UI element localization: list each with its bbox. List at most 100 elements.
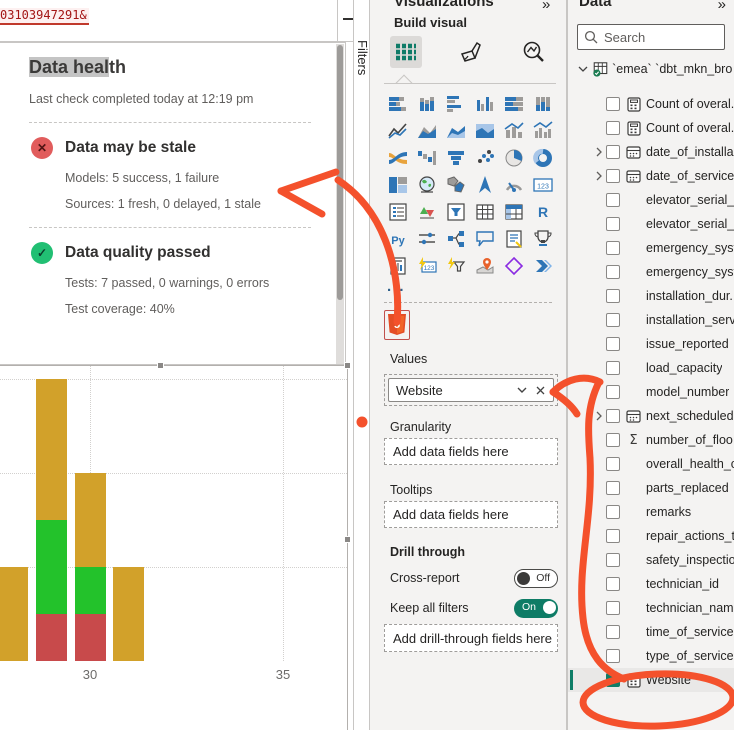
field-checkbox[interactable] [606, 169, 620, 183]
field-row-elevator-serial-[interactable]: elevator_serial_.. [568, 188, 734, 212]
resize-handle[interactable] [157, 362, 164, 369]
field-row-installation-dur-[interactable]: installation_dur.. [568, 284, 734, 308]
chevron-down-icon[interactable] [576, 62, 590, 76]
stacked-column-chart-icon[interactable] [412, 90, 441, 117]
table-icon[interactable] [470, 198, 499, 225]
field-checkbox[interactable] [606, 121, 620, 135]
power-automate-icon[interactable] [528, 252, 557, 279]
slicer-new-icon[interactable] [441, 252, 470, 279]
field-row-emergency-syst-[interactable]: emergency_syst. [568, 260, 734, 284]
100-stacked-area-chart-icon[interactable] [470, 117, 499, 144]
slicer-icon[interactable] [441, 198, 470, 225]
stacked-bar-chart-icon[interactable] [383, 90, 412, 117]
bar-segment[interactable] [113, 567, 144, 661]
field-row-count-of-overal-[interactable]: Count of overal.. [568, 92, 734, 116]
field-checkbox[interactable] [606, 481, 620, 495]
matrix-icon[interactable] [499, 198, 528, 225]
field-checkbox[interactable] [606, 577, 620, 591]
range-slicer-icon[interactable] [412, 225, 441, 252]
field-checkbox[interactable] [606, 505, 620, 519]
pie-chart-icon[interactable] [499, 144, 528, 171]
field-row-count-of-overal-[interactable]: Count of overal.. [568, 116, 734, 140]
stacked-column-chart-visual[interactable]: 3035 [0, 365, 348, 730]
card-scrollbar[interactable] [336, 44, 344, 365]
field-checkbox[interactable] [606, 337, 620, 351]
field-row-technician-id[interactable]: technician_id [568, 572, 734, 596]
100-stacked-bar-chart-icon[interactable] [499, 90, 528, 117]
field-row-model-number[interactable]: model_number [568, 380, 734, 404]
line-and-clustered-column-chart-icon[interactable] [528, 117, 557, 144]
scrollbar-thumb[interactable] [337, 45, 343, 300]
bar-segment[interactable] [75, 567, 106, 614]
field-row-remarks[interactable]: remarks [568, 500, 734, 524]
field-row-time-of-service[interactable]: time_of_service [568, 620, 734, 644]
field-checkbox[interactable] [606, 361, 620, 375]
field-checkbox[interactable] [606, 457, 620, 471]
filled-map-icon[interactable] [441, 171, 470, 198]
field-checkbox[interactable] [606, 433, 620, 447]
table-tree-root[interactable]: `emea` `dbt_mkn_bron.. [576, 58, 732, 80]
treemap-icon[interactable] [383, 171, 412, 198]
field-checkbox[interactable] [606, 601, 620, 615]
field-row-issue-reported[interactable]: issue_reported [568, 332, 734, 356]
funnel-chart-icon[interactable] [441, 144, 470, 171]
field-checkbox[interactable] [606, 553, 620, 567]
tab-format-visual[interactable] [454, 36, 486, 68]
kpi-icon[interactable] [412, 198, 441, 225]
bar-segment[interactable] [36, 379, 67, 520]
r-script-visual-icon[interactable]: R [528, 198, 557, 225]
clustered-column-chart-icon[interactable] [470, 90, 499, 117]
field-row-installation-serv-[interactable]: installation_serv. [568, 308, 734, 332]
map-icon[interactable] [412, 171, 441, 198]
line-and-stacked-column-chart-icon[interactable] [499, 117, 528, 144]
field-checkbox[interactable] [606, 265, 620, 279]
multi-row-card-icon[interactable] [383, 198, 412, 225]
python-visual-icon[interactable]: Py [383, 225, 412, 252]
field-row-elevator-serial-[interactable]: elevator_serial_.. [568, 212, 734, 236]
power-apps-icon[interactable] [499, 252, 528, 279]
field-checkbox[interactable] [606, 313, 620, 327]
more-visuals-button[interactable]: ... [387, 278, 406, 295]
field-checkbox[interactable] [606, 529, 620, 543]
field-checkbox[interactable] [606, 241, 620, 255]
remove-field-icon[interactable] [531, 381, 549, 399]
field-row-load-capacity[interactable]: load_capacity [568, 356, 734, 380]
field-row-date-of-service[interactable]: date_of_service [568, 164, 734, 188]
field-checkbox[interactable] [606, 193, 620, 207]
search-box[interactable] [577, 24, 725, 50]
field-row-website[interactable]: Website [568, 668, 734, 692]
field-row-safety-inspectio-[interactable]: safety_inspectio. [568, 548, 734, 572]
tab-analytics[interactable] [518, 36, 550, 68]
bar-segment[interactable] [36, 614, 67, 661]
bar-segment[interactable] [75, 473, 106, 567]
field-row-date-of-installa-[interactable]: date_of_installa.. [568, 140, 734, 164]
stacked-area-chart-icon[interactable] [441, 117, 470, 144]
paginated-report-icon[interactable] [383, 252, 412, 279]
bar-segment[interactable] [0, 567, 28, 661]
field-checkbox[interactable] [606, 289, 620, 303]
decomposition-tree-icon[interactable] [441, 225, 470, 252]
field-checkbox[interactable] [606, 409, 620, 423]
html5-custom-visual-icon[interactable]: 5 [384, 310, 410, 340]
gauge-icon[interactable] [499, 171, 528, 198]
collapse-pane-icon[interactable]: » [542, 0, 550, 13]
field-pill-website[interactable]: Website [388, 378, 554, 402]
field-row-number-of-floo-[interactable]: Σnumber_of_floo. [568, 428, 734, 452]
azure-map-icon[interactable] [470, 171, 499, 198]
line-chart-icon[interactable] [383, 117, 412, 144]
100-stacked-column-chart-icon[interactable] [528, 90, 557, 117]
area-chart-icon[interactable] [412, 117, 441, 144]
field-checkbox[interactable] [606, 97, 620, 111]
waterfall-chart-icon[interactable] [412, 144, 441, 171]
tooltips-well[interactable]: Add data fields here [384, 501, 558, 528]
drill-through-well[interactable]: Add drill-through fields here [384, 624, 558, 652]
field-row-type-of-service[interactable]: type_of_service [568, 644, 734, 668]
resize-handle[interactable] [344, 362, 351, 369]
scatter-chart-icon[interactable] [470, 144, 499, 171]
bar-segment[interactable] [36, 520, 67, 614]
chevron-right-icon[interactable] [592, 409, 606, 423]
tab-build-visual[interactable] [390, 36, 422, 68]
metrics-icon[interactable] [528, 225, 557, 252]
search-input[interactable] [602, 29, 712, 46]
chevron-down-icon[interactable] [513, 381, 531, 399]
